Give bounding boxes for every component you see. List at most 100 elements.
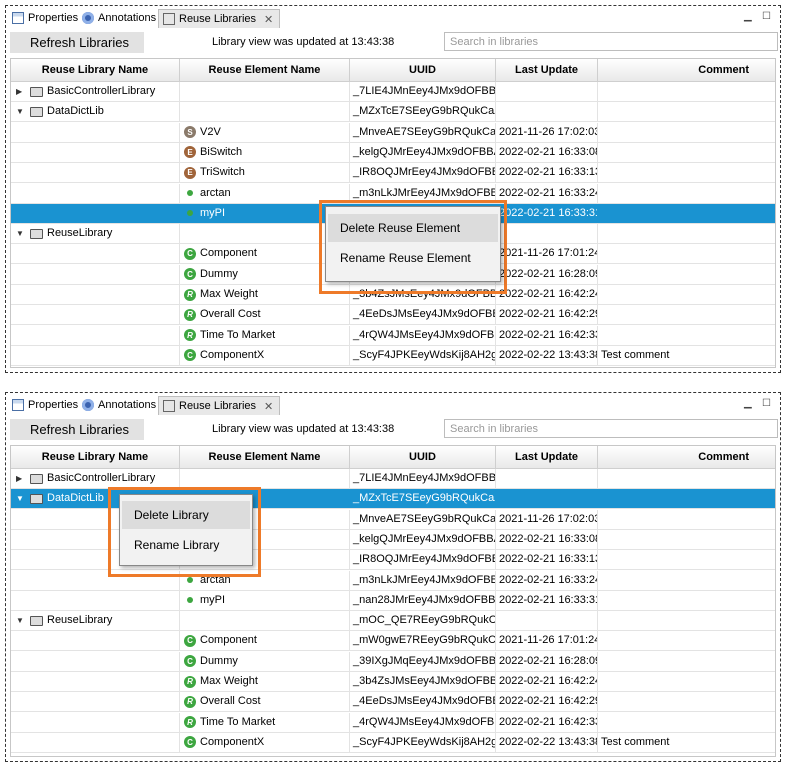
library-name-cell <box>11 732 180 752</box>
col-comment[interactable]: Comment <box>598 446 775 468</box>
comment-cell: Test comment <box>601 735 670 748</box>
library-name-cell <box>11 651 180 671</box>
tab-reuse-libraries[interactable]: Reuse Libraries ✕ <box>158 9 281 28</box>
element-name: TriSwitch <box>200 166 245 179</box>
requirement-icon: R <box>184 695 196 708</box>
view-tab-bar: Properties Annotations Reuse Libraries ✕… <box>6 393 780 416</box>
library-name-cell <box>11 264 180 284</box>
table-row[interactable]: ▶ BasicControllerLibrary _7LIE4JMnEey4JMx9… <box>11 469 775 489</box>
close-icon[interactable]: ✕ <box>264 13 273 26</box>
view-tab-bar: Properties Annotations Reuse Libraries ✕… <box>6 6 780 29</box>
element-name-cell: R Overall Cost <box>180 692 350 712</box>
col-uuid[interactable]: UUID <box>350 59 496 81</box>
tab-properties[interactable]: Properties <box>12 9 78 27</box>
element-name-cell: C Component <box>180 631 350 651</box>
table-row[interactable]: E TriSwitch _IR8OQJMrEey4JMx9dOFBBA 2022-02… <box>11 163 775 184</box>
element-name: Overall Cost <box>200 695 261 708</box>
table-row[interactable]: myPI _nan28JMrEey4JMx9dOFBBA 2022-02-21 16… <box>11 590 775 611</box>
table-row[interactable]: R Overall Cost _4EeDsJMsEey4JMx9dOFBBA 2022… <box>11 692 775 713</box>
rename-reuse-element-menu-item[interactable]: Rename Reuse Element <box>328 244 498 272</box>
table-row[interactable]: C ComponentX _ScyF4JPKEeyWdsKij8AH2g 2022-0… <box>11 345 775 366</box>
expand-arrow-icon[interactable]: ▶ <box>16 469 26 488</box>
table-row[interactable]: ▼ ReuseLibrary _mOC_QE7REeyG9bRQukCaZw <box>11 611 775 632</box>
maximize-icon[interactable]: ☐ <box>762 398 771 409</box>
enum-icon: E <box>184 146 196 159</box>
col-comment[interactable]: Comment <box>598 59 775 81</box>
tab-annotations[interactable]: Annotations <box>82 396 156 414</box>
close-icon[interactable]: ✕ <box>264 400 273 413</box>
context-menu: Delete Reuse Element Rename Reuse Elemen… <box>325 206 501 282</box>
table-row[interactable]: R Time To Market _4rQW4JMsEey4JMx9dOFBBA 20… <box>11 712 775 733</box>
reuse-library-icon <box>163 400 175 412</box>
uuid-cell: _MZxTcE7SEeyG9bRQukCaZw <box>350 102 496 122</box>
requirement-icon: R <box>184 288 196 301</box>
table-row[interactable]: ▼ DataDictLib _MZxTcE7SEeyG9bRQukCaZw <box>11 102 775 123</box>
library-name-cell <box>11 203 180 223</box>
uuid-cell: _ScyF4JPKEeyWdsKij8AH2g <box>350 732 496 752</box>
collapse-arrow-icon[interactable]: ▼ <box>16 102 26 121</box>
uuid-cell: _MZxTcE7SEeyG9bRQukCaZw <box>350 489 496 509</box>
search-input[interactable] <box>444 32 778 51</box>
reuse-libraries-view-2: Properties Annotations Reuse Libraries ✕… <box>5 392 781 762</box>
table-row[interactable]: R Overall Cost _4EeDsJMsEey4JMx9dOFBBA 2022… <box>11 305 775 326</box>
requirement-icon: R <box>184 716 196 729</box>
col-uuid[interactable]: UUID <box>350 446 496 468</box>
component-icon: C <box>184 247 196 260</box>
table-row[interactable]: S V2V _MnveAE7SEeyG9bRQukCaZw 2021-11-26 17… <box>11 122 775 143</box>
table-row[interactable]: ▶ BasicControllerLibrary _7LIE4JMnEey4JMx9… <box>11 82 775 102</box>
delete-reuse-element-menu-item[interactable]: Delete Reuse Element <box>328 214 498 242</box>
library-name-cell <box>11 183 180 203</box>
comment-cell <box>598 672 775 691</box>
comment-cell <box>598 631 775 650</box>
last-update-cell: 2022-02-21 16:33:13 <box>496 163 598 183</box>
tab-properties[interactable]: Properties <box>12 396 78 414</box>
table-row[interactable]: C Component _mW0gwE7REeyG9bRQukCa... 2021-1… <box>11 631 775 652</box>
comment-cell <box>598 184 775 203</box>
table-row[interactable]: C ComponentX _ScyF4JPKEeyWdsKij8AH2g 2022-0… <box>11 732 775 753</box>
uuid-cell: _3b4ZsJMsEey4JMx9dOFBBA <box>350 672 496 691</box>
update-status: Library view was updated at 13:43:38 <box>212 36 395 48</box>
minimize-icon[interactable]: ▁ <box>744 398 752 409</box>
col-last-update[interactable]: Last Update <box>496 59 598 81</box>
last-update-cell: 2022-02-21 16:33:24 <box>496 183 598 203</box>
uuid-cell: _39IXgJMqEey4JMx9dOFBBA <box>350 651 496 671</box>
minimize-icon[interactable]: ▁ <box>744 11 752 22</box>
refresh-libraries-button[interactable]: Refresh Libraries <box>10 32 144 53</box>
col-reuse-library-name[interactable]: Reuse Library Name <box>11 59 180 81</box>
element-name-cell <box>180 102 350 122</box>
element-name: myPI <box>200 206 226 219</box>
table-row[interactable]: C Dummy _39IXgJMqEey4JMx9dOFBBA 2022-02-21 … <box>11 651 775 672</box>
search-input[interactable] <box>444 419 778 438</box>
uuid-cell: _MnveAE7SEeyG9bRQukCaZw <box>350 509 496 529</box>
collapse-arrow-icon[interactable]: ▼ <box>16 611 26 630</box>
library-name-cell <box>11 285 180 304</box>
library-icon <box>30 106 43 117</box>
element-name-cell <box>180 82 350 101</box>
last-update-cell <box>496 102 598 122</box>
element-name-cell: C Dummy <box>180 651 350 671</box>
last-update-cell: 2021-11-26 17:02:03 <box>496 509 598 529</box>
collapse-arrow-icon[interactable]: ▼ <box>16 489 26 508</box>
collapse-arrow-icon[interactable]: ▼ <box>16 224 26 243</box>
delete-library-menu-item[interactable]: Delete Library <box>122 501 250 529</box>
col-reuse-element-name[interactable]: Reuse Element Name <box>180 446 350 468</box>
table-row[interactable]: R Time To Market _4rQW4JMsEey4JMx9dOFBBA 20… <box>11 325 775 346</box>
comment-cell <box>598 713 775 732</box>
last-update-cell <box>496 224 598 244</box>
col-last-update[interactable]: Last Update <box>496 446 598 468</box>
library-name-cell <box>11 692 180 712</box>
tab-reuse-libraries[interactable]: Reuse Libraries ✕ <box>158 396 281 415</box>
col-reuse-library-name[interactable]: Reuse Library Name <box>11 446 180 468</box>
expand-arrow-icon[interactable]: ▶ <box>16 82 26 101</box>
refresh-libraries-button[interactable]: Refresh Libraries <box>10 419 144 440</box>
col-reuse-element-name[interactable]: Reuse Element Name <box>180 59 350 81</box>
table-row[interactable]: R Max Weight _3b4ZsJMsEey4JMx9dOFBBA 2022-0… <box>11 672 775 692</box>
library-name-cell <box>11 325 180 345</box>
table-row[interactable]: E BiSwitch _kelgQJMrEey4JMx9dOFBBA 2022-02-… <box>11 142 775 163</box>
tab-annotations[interactable]: Annotations <box>82 9 156 27</box>
maximize-icon[interactable]: ☐ <box>762 11 771 22</box>
uuid-cell: _IR8OQJMrEey4JMx9dOFBBA <box>350 550 496 570</box>
last-update-cell: 2022-02-21 16:28:09 <box>496 264 598 284</box>
rename-library-menu-item[interactable]: Rename Library <box>122 531 250 559</box>
comment-cell <box>598 143 775 162</box>
